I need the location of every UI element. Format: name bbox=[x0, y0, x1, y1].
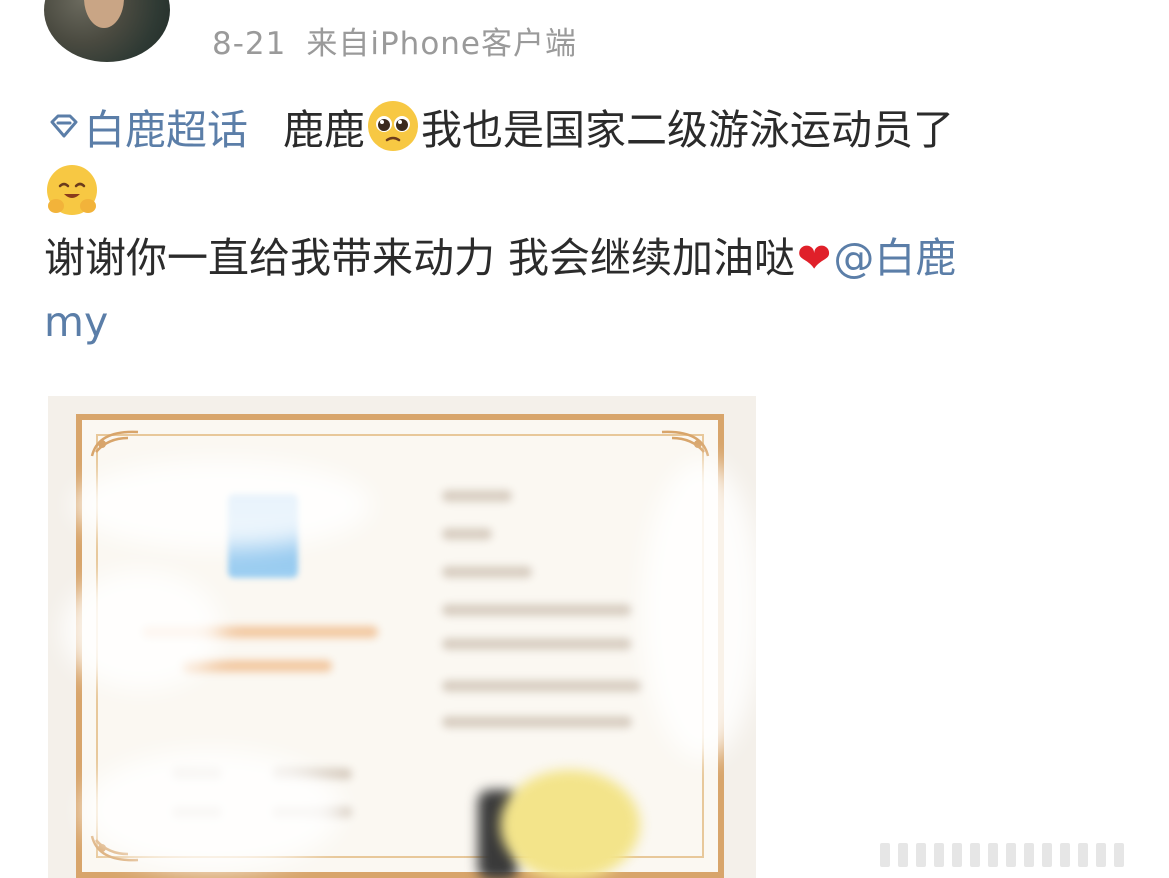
avatar-face bbox=[84, 0, 124, 28]
post-image[interactable] bbox=[48, 396, 756, 878]
post-line-1: 白鹿超话 鹿鹿 我也是国家二级游泳运动员了 bbox=[44, 98, 1134, 162]
ornament-icon bbox=[88, 426, 142, 460]
post-text-b: 我也是国家二级游泳运动员了 bbox=[421, 106, 955, 154]
hugging-face-emoji bbox=[44, 162, 100, 218]
diamond-topic-icon bbox=[44, 100, 84, 140]
post-date: 8-21 bbox=[212, 26, 287, 62]
sticker-emoji-icon bbox=[500, 770, 640, 878]
topic-name: 白鹿超话 bbox=[84, 106, 248, 154]
pleading-face-emoji bbox=[365, 98, 421, 154]
post-body: 白鹿超话 鹿鹿 我也是国家二级游泳运动员了 谢谢你一直给我带来动力 我会继续加油… bbox=[44, 98, 1134, 354]
mention-link[interactable]: @白鹿 bbox=[833, 234, 956, 282]
post-source: 来自iPhone客户端 bbox=[306, 26, 577, 62]
post-line-4: my bbox=[44, 290, 1134, 354]
post-line-2 bbox=[44, 162, 1134, 226]
post-line-3: 谢谢你一直给我带来动力 我会继续加油哒❤@白鹿 bbox=[44, 226, 1134, 290]
topic-link[interactable]: 白鹿超话 bbox=[44, 106, 283, 154]
post-meta: 8-21 来自iPhone客户端 bbox=[212, 18, 577, 63]
weibo-post: 8-21 来自iPhone客户端 白鹿超话 鹿鹿 我也是国家二级游泳运动员了 谢… bbox=[0, 0, 1169, 878]
avatar[interactable] bbox=[44, 0, 170, 62]
watermark bbox=[880, 842, 1150, 868]
post-text-c: 谢谢你一直给我带来动力 我会继续加油哒 bbox=[44, 234, 796, 282]
certificate bbox=[62, 414, 756, 878]
post-text-a: 鹿鹿 bbox=[283, 106, 366, 154]
ornament-icon bbox=[658, 426, 712, 460]
heart-emoji: ❤ bbox=[797, 234, 832, 282]
mention-link-cont[interactable]: my bbox=[44, 298, 108, 346]
